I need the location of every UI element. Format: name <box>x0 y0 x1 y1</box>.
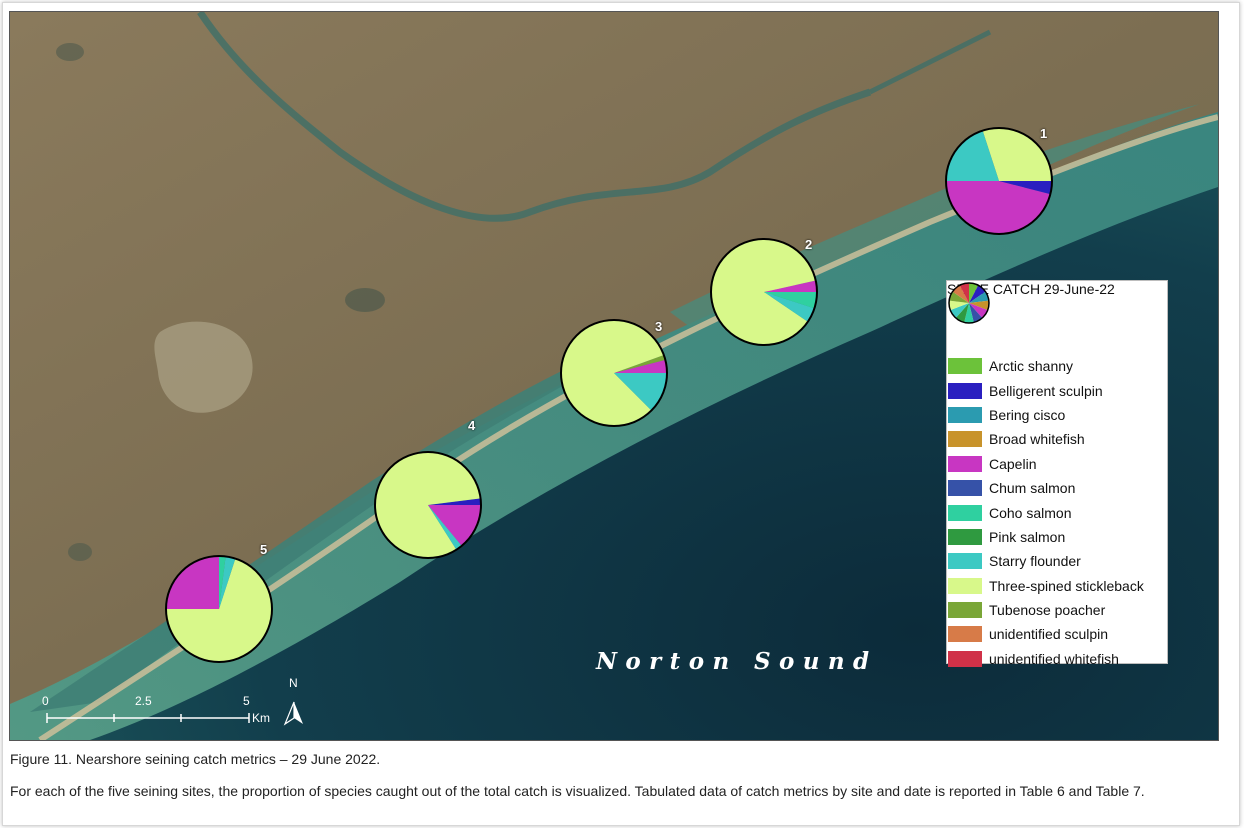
legend-swatch <box>948 431 982 448</box>
legend-item: Capelin <box>947 452 1144 476</box>
legend-item: Arctic shanny <box>947 354 1144 378</box>
site-label-1: 1 <box>1040 126 1048 141</box>
legend-items: Arctic shanny Belligerent sculpin Bering c… <box>947 354 1144 671</box>
legend-swatch <box>948 480 982 497</box>
legend-swatch <box>948 650 982 667</box>
legend-item: Chum salmon <box>947 476 1144 500</box>
map-view[interactable]: 1 2 3 4 5 0 2.5 5 Km N Norton Sound SEIN… <box>9 11 1219 741</box>
legend-swatch <box>948 553 982 570</box>
legend-item: Three-spined stickleback <box>947 574 1144 598</box>
legend-item: unidentified whitefish <box>947 647 1144 671</box>
legend-swatch <box>948 504 982 521</box>
legend-label: Arctic shanny <box>989 358 1074 375</box>
legend-label: Starry flounder <box>989 553 1081 570</box>
legend-label: Capelin <box>989 455 1037 472</box>
legend-label: Coho salmon <box>989 504 1072 521</box>
site-pie-2 <box>710 238 818 346</box>
figure-caption-body: For each of the five seining sites, the … <box>10 783 1145 799</box>
legend-label: Belligerent sculpin <box>989 382 1103 399</box>
pond <box>345 288 385 312</box>
site-pie-1 <box>945 127 1053 235</box>
site-pie-5 <box>165 555 273 663</box>
legend-swatch <box>948 577 982 594</box>
legend-label: unidentified sculpin <box>989 626 1109 643</box>
legend-item: Starry flounder <box>947 549 1144 573</box>
legend-label: Pink salmon <box>989 528 1066 545</box>
pond <box>56 43 84 61</box>
site-pie-3 <box>560 319 668 427</box>
legend-pie-symbol-icon <box>948 282 990 324</box>
legend-label: Bering cisco <box>989 406 1066 423</box>
map-legend: SEINE CATCH 29-June-22 Arctic shanny Bell… <box>946 280 1168 667</box>
legend-item: Belligerent sculpin <box>947 378 1144 402</box>
legend-swatch <box>948 358 982 375</box>
scale-unit: Km <box>252 711 270 725</box>
site-pie-4 <box>374 451 482 559</box>
legend-swatch <box>948 382 982 399</box>
figure-caption-title: Figure 11. Nearshore seining catch metri… <box>10 751 381 767</box>
legend-label: Chum salmon <box>989 480 1076 497</box>
legend-label: unidentified whitefish <box>989 650 1119 667</box>
legend-label: Three-spined stickleback <box>989 577 1144 594</box>
sea-label: Norton Sound <box>596 648 878 675</box>
site-label-2: 2 <box>805 237 813 252</box>
legend-item: Coho salmon <box>947 500 1144 524</box>
legend-label: Tubenose poacher <box>989 602 1106 619</box>
legend-swatch <box>948 406 982 423</box>
site-label-3: 3 <box>655 319 663 334</box>
scale-tick-2-5: 2.5 <box>135 694 152 708</box>
legend-item: Tubenose poacher <box>947 598 1144 622</box>
legend-label: Broad whitefish <box>989 431 1085 448</box>
legend-item: Broad whitefish <box>947 427 1144 451</box>
legend-swatch <box>948 626 982 643</box>
site-label-4: 4 <box>468 418 476 433</box>
pond <box>68 543 92 561</box>
site-label-5: 5 <box>260 542 268 557</box>
north-label: N <box>289 676 298 690</box>
legend-item: unidentified sculpin <box>947 622 1144 646</box>
legend-item: Pink salmon <box>947 525 1144 549</box>
legend-swatch <box>948 528 982 545</box>
scale-tick-5: 5 <box>243 694 250 708</box>
legend-swatch <box>948 602 982 619</box>
legend-item: Bering cisco <box>947 403 1144 427</box>
scale-tick-0: 0 <box>42 694 49 708</box>
legend-swatch <box>948 455 982 472</box>
